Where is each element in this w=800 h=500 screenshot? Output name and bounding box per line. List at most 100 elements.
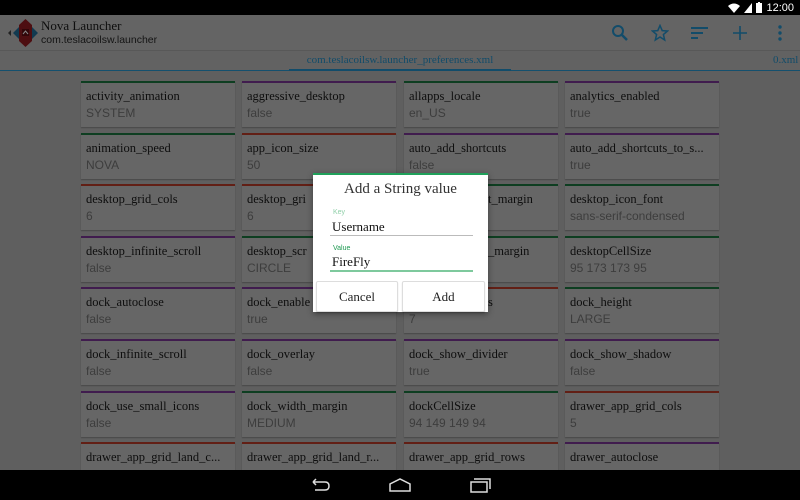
- preference-card[interactable]: desktopCellSize 95 173 173 95: [565, 235, 719, 282]
- preference-card[interactable]: dock_overlayfalse: [242, 339, 396, 385]
- preference-value: 50: [247, 157, 261, 172]
- preference-key: dock_show_shadow: [570, 347, 672, 361]
- preference-value: false: [247, 106, 273, 120]
- preference-key: dock_infinite_scroll: [86, 347, 187, 361]
- preference-value: false: [86, 415, 112, 430]
- preference-value: true: [409, 364, 430, 378]
- preference-key: dock_show_divider: [409, 347, 508, 361]
- preference-value: false: [86, 312, 112, 327]
- preference-card[interactable]: dock_width_margin MEDIUM: [242, 390, 396, 437]
- navigation-bar: [0, 470, 800, 500]
- preference-card[interactable]: app_icon_size 50: [242, 132, 396, 179]
- preference-card[interactable]: aggressive_desktopfalse: [242, 81, 396, 127]
- preference-card[interactable]: activity_animation SYSTEM: [81, 81, 235, 127]
- app-title: Nova Launcher: [41, 18, 122, 33]
- status-bar: 12:00: [0, 0, 800, 15]
- preference-key: drawer_app_grid_rows: [409, 450, 525, 465]
- preference-value: false: [247, 364, 273, 378]
- preference-key: dockCellSize: [409, 398, 476, 413]
- preference-key: dock_height: [570, 295, 632, 310]
- preference-value: CIRCLE: [247, 260, 292, 275]
- preference-card[interactable]: drawer_app_grid_land_r...: [242, 442, 396, 470]
- preference-key: drawer_app_grid_cols: [570, 398, 682, 413]
- preference-value: 5: [570, 415, 577, 430]
- preference-card[interactable]: dock_show_dividertrue: [404, 339, 558, 385]
- preference-key: auto_add_shortcuts: [409, 140, 507, 155]
- preference-key: desktop_infinite_scroll: [86, 243, 202, 258]
- preference-key: drawer_app_grid_land_c...: [86, 450, 221, 465]
- preference-card[interactable]: dock_autoclosefalse: [81, 287, 235, 334]
- preference-key: drawer_app_grid_land_r...: [247, 450, 380, 465]
- preference-card[interactable]: desktop_infinite_scrollfalse: [81, 235, 235, 282]
- preference-card[interactable]: desktop_icon_font sans-serif-condensed: [565, 184, 719, 231]
- star-icon[interactable]: [649, 22, 671, 44]
- preference-card[interactable]: drawer_app_grid_land_c...: [81, 442, 235, 470]
- preference-value: 6: [86, 209, 93, 224]
- preference-card[interactable]: animation_speed NOVA: [81, 132, 235, 179]
- preference-card[interactable]: drawer_autoclose: [565, 442, 719, 470]
- preference-value: 94 149 149 94: [409, 415, 486, 430]
- preference-card[interactable]: auto_add_shortcuts false: [404, 132, 558, 179]
- home-icon[interactable]: [387, 476, 413, 494]
- add-icon[interactable]: [729, 22, 751, 44]
- preference-key: app_icon_size: [247, 140, 319, 155]
- value-input[interactable]: [330, 254, 473, 272]
- preference-card[interactable]: dock_show_shadowfalse: [565, 339, 719, 385]
- preference-value: false: [86, 364, 112, 378]
- preference-value: false: [86, 260, 112, 275]
- key-label: Key: [333, 209, 346, 216]
- app-package: com.teslacoilsw.launcher: [41, 34, 158, 46]
- overflow-menu-icon[interactable]: [769, 22, 791, 44]
- preference-key: dock_overlay: [247, 347, 316, 361]
- preference-card[interactable]: drawer_app_grid_rows: [404, 442, 558, 470]
- sort-icon[interactable]: [689, 22, 711, 44]
- tab-next-file[interactable]: 0.xml: [773, 54, 798, 66]
- wifi-icon: [728, 3, 741, 13]
- preference-value: en_US: [409, 106, 446, 120]
- preference-card[interactable]: analytics_enabledtrue: [565, 81, 719, 127]
- preference-value: true: [570, 106, 591, 120]
- preference-card[interactable]: drawer_app_grid_cols 5: [565, 390, 719, 437]
- add-button[interactable]: Add: [402, 281, 485, 312]
- preference-value: MEDIUM: [247, 415, 296, 430]
- preference-key: allapps_locale: [409, 89, 481, 103]
- preference-key: dock_autoclose: [86, 295, 164, 310]
- preference-card[interactable]: allapps_locale en_US: [404, 81, 558, 127]
- preference-key: desktop_icon_font: [570, 192, 664, 207]
- preference-value: false: [570, 364, 596, 378]
- preference-value: 95 173 173 95: [570, 260, 647, 275]
- preference-key: desktopCellSize: [570, 243, 652, 258]
- preference-card[interactable]: desktop_grid_cols 6: [81, 184, 235, 231]
- dialog-title: Add a String value: [344, 181, 457, 197]
- preference-value: LARGE: [570, 312, 611, 327]
- preference-value: NOVA: [86, 157, 120, 172]
- preference-card[interactable]: dock_height LARGE: [565, 287, 719, 334]
- preference-key: aggressive_desktop: [247, 89, 345, 103]
- back-icon[interactable]: [307, 476, 333, 494]
- signal-icon: [744, 2, 753, 13]
- preference-card[interactable]: auto_add_shortcuts_to_s... true: [565, 132, 719, 179]
- tab-launcher-preferences[interactable]: com.teslacoilsw.launcher_preferences.xml: [289, 54, 511, 71]
- preference-key: drawer_autoclose: [570, 450, 659, 465]
- cancel-button[interactable]: Cancel: [316, 281, 398, 312]
- nova-launcher-logo[interactable]: [4, 18, 40, 48]
- search-icon[interactable]: [609, 22, 631, 44]
- preference-key: animation_speed: [86, 140, 171, 155]
- action-bar: Nova Launcher com.teslacoilsw.launcher: [0, 15, 800, 51]
- preference-value: 7: [409, 312, 416, 327]
- preference-card[interactable]: dock_infinite_scrollfalse: [81, 339, 235, 385]
- preference-value: true: [247, 312, 268, 327]
- preference-card[interactable]: dockCellSize 94 149 149 94: [404, 390, 558, 437]
- preference-value: 6: [247, 209, 254, 224]
- key-input[interactable]: [330, 218, 473, 236]
- preference-key: auto_add_shortcuts_to_s...: [570, 140, 704, 155]
- recents-icon[interactable]: [467, 476, 493, 494]
- add-string-dialog: Add a String value Key Value Cancel Add: [313, 173, 488, 312]
- preference-key: analytics_enabled: [570, 89, 660, 103]
- preference-card[interactable]: dock_use_small_icons false: [81, 390, 235, 437]
- value-label: Value: [333, 245, 351, 252]
- preference-key: desktop_grid_cols: [86, 192, 178, 207]
- preference-value: SYSTEM: [86, 106, 136, 120]
- clock: 12:00: [766, 1, 794, 14]
- preference-key: activity_animation: [86, 89, 180, 103]
